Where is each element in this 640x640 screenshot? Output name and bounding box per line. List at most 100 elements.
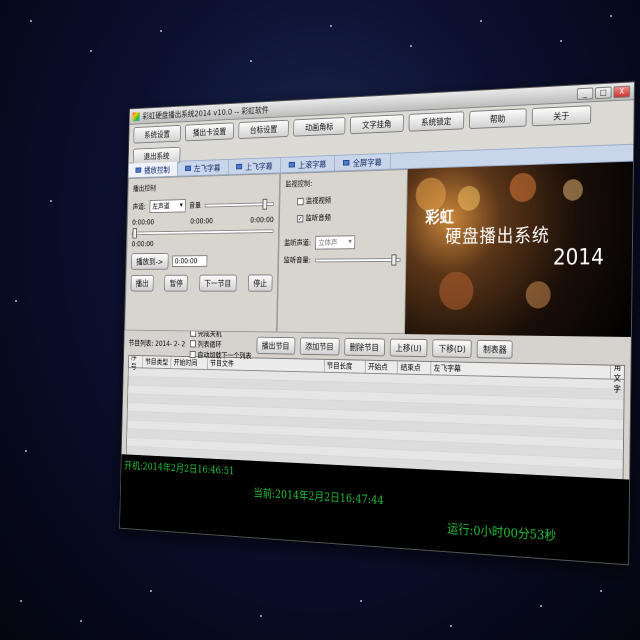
tab-label: 播放控制	[143, 165, 170, 176]
chevron-down-icon: ▾	[348, 237, 352, 246]
seek-time-input[interactable]: 0:00:00	[171, 255, 208, 267]
monitor-video-label: 监视视频	[305, 196, 332, 206]
tab-label: 全屏字幕	[352, 158, 382, 169]
play-button[interactable]: 播出	[130, 274, 154, 292]
volume-slider[interactable]	[204, 198, 275, 210]
monitor-panel: 监视控制: 监视视频 ✓ 监听音频 监听声道: 立体声 ▾ 监听音量:	[276, 169, 408, 335]
channel-row: 声道: 左声道 ▾ 音量	[132, 197, 275, 214]
minimize-button[interactable]: _	[576, 86, 594, 100]
star	[540, 605, 542, 607]
tab-label: 上滚字幕	[297, 160, 327, 171]
about-button[interactable]: 关于	[531, 105, 592, 127]
star	[260, 615, 262, 617]
system-lock-button[interactable]: 系统锁定	[408, 111, 465, 132]
monitor-volume-row: 监听音量:	[284, 253, 401, 266]
bokeh-light	[509, 172, 537, 203]
tab-fullscreen-subtitle[interactable]: 全屏字幕	[334, 153, 391, 171]
maximize-button[interactable]: □	[595, 86, 612, 99]
column-header[interactable]: 序号	[128, 355, 144, 370]
animated-corner-button[interactable]: 动画角标	[293, 117, 346, 137]
tab-up-fly-subtitle[interactable]: 上飞字幕	[228, 157, 282, 175]
star	[480, 20, 482, 22]
column-header[interactable]: 结束点	[398, 361, 432, 375]
star	[150, 590, 152, 592]
star	[560, 40, 562, 42]
tab-label: 左飞字幕	[193, 164, 221, 174]
channel-select[interactable]: 左声道 ▾	[149, 199, 186, 214]
checkbox-box[interactable]: ✓	[296, 214, 304, 223]
monitor-channel-select[interactable]: 立体声 ▾	[314, 235, 356, 250]
delete-item-button[interactable]: 删除节目	[343, 337, 385, 356]
playlist-options: 完成关机 列表循环 自动加载下一个列表	[189, 328, 252, 360]
seek-row: 播放到-> 0:00:00	[131, 252, 273, 270]
time-current: 0:00:00	[190, 217, 213, 226]
next-item-button[interactable]: 下一节目	[198, 274, 237, 292]
monitor-channel-row: 监听声道: 立体声 ▾	[284, 235, 401, 250]
play-item-button[interactable]: 播出节目	[256, 336, 296, 355]
tab-icon	[288, 161, 296, 168]
monitor-title: 监视控制:	[285, 179, 313, 189]
current-time-readout: 当前:2014年2月2日16:47:44	[253, 486, 384, 507]
bokeh-light	[438, 271, 474, 311]
stop-button[interactable]: 停止	[247, 274, 273, 292]
move-down-button[interactable]: 下移(D)	[432, 338, 472, 358]
column-header[interactable]: 节目类型	[142, 356, 172, 369]
star	[610, 15, 612, 17]
output-card-settings-button[interactable]: 播出卡设置	[184, 122, 235, 142]
text-corner-button[interactable]: 文字挂角	[349, 114, 404, 135]
desktop-background: 彩虹硬盘播出系统2014 v10.0 -- 彩虹软件 _ □ X 系统设置 播出…	[0, 0, 640, 640]
monitor-channel-value: 立体声	[318, 238, 338, 247]
tab-left-fly-subtitle[interactable]: 左飞字幕	[177, 159, 229, 176]
monitor-video-checkbox[interactable]: 监视视频	[297, 193, 401, 206]
bokeh-light	[562, 178, 584, 201]
checkbox-box[interactable]	[189, 340, 196, 348]
column-header[interactable]: 开始点	[365, 360, 399, 374]
pause-button[interactable]: 暂停	[164, 274, 189, 292]
volume-label: 音量	[189, 201, 201, 210]
channel-label: 声道:	[132, 202, 146, 211]
slider-thumb[interactable]	[262, 198, 268, 210]
star	[25, 450, 27, 452]
time-row-2: 0:00:00	[132, 238, 274, 248]
list-loop-checkbox[interactable]: 列表循环	[189, 339, 252, 350]
tabulator-button[interactable]: 制表器	[476, 339, 513, 359]
seek-button[interactable]: 播放到->	[131, 252, 169, 270]
star	[50, 200, 52, 202]
logo-settings-button[interactable]: 台标设置	[238, 119, 289, 140]
channel-value: 左声道	[152, 202, 170, 211]
monitor-audio-label: 监听音频	[305, 213, 331, 223]
add-item-button[interactable]: 添加节目	[299, 336, 340, 356]
app-window: 彩虹硬盘播出系统2014 v10.0 -- 彩虹软件 _ □ X 系统设置 播出…	[119, 81, 635, 566]
monitor-channel-label: 监听声道:	[283, 238, 312, 248]
tab-playback-control[interactable]: 播放控制	[128, 161, 179, 178]
progress-thumb[interactable]	[132, 228, 138, 239]
playback-panel: 播出控制 声道: 左声道 ▾ 音量 0:00:00 0:00:00 0:00:00…	[124, 173, 281, 333]
time-start: 0:00:00	[132, 218, 155, 227]
tab-icon	[342, 159, 350, 166]
option-label: 列表循环	[197, 339, 222, 349]
preview-brand-line3: 2014	[552, 245, 605, 271]
time-row: 0:00:00 0:00:00 0:00:00	[132, 216, 274, 227]
tab-up-scroll-subtitle[interactable]: 上滚字幕	[280, 155, 336, 173]
tab-icon	[135, 167, 142, 173]
bokeh-light	[457, 185, 481, 211]
column-header[interactable]: 开始时间	[171, 356, 208, 370]
playback-title: 播出控制	[132, 184, 156, 193]
star	[330, 25, 332, 27]
column-header[interactable]: 挂角文字	[611, 355, 624, 393]
system-settings-button[interactable]: 系统设置	[133, 124, 182, 144]
star	[15, 300, 17, 302]
star	[160, 30, 162, 32]
column-header[interactable]: 节目长度	[324, 359, 366, 373]
time-end: 0:00:00	[250, 215, 274, 225]
monitor-audio-checkbox[interactable]: ✓ 监听音频	[296, 211, 401, 223]
help-button[interactable]: 帮助	[469, 108, 527, 130]
slider-thumb[interactable]	[390, 253, 397, 266]
checkbox-box[interactable]	[297, 197, 304, 205]
progress-slider[interactable]	[131, 228, 274, 239]
monitor-volume-slider[interactable]	[314, 253, 401, 266]
move-up-button[interactable]: 上移(U)	[389, 338, 428, 357]
time-row2: 0:00:00	[131, 240, 154, 249]
close-button[interactable]: X	[613, 85, 631, 98]
run-time-readout: 运行:0小时00分53秒	[447, 522, 557, 545]
